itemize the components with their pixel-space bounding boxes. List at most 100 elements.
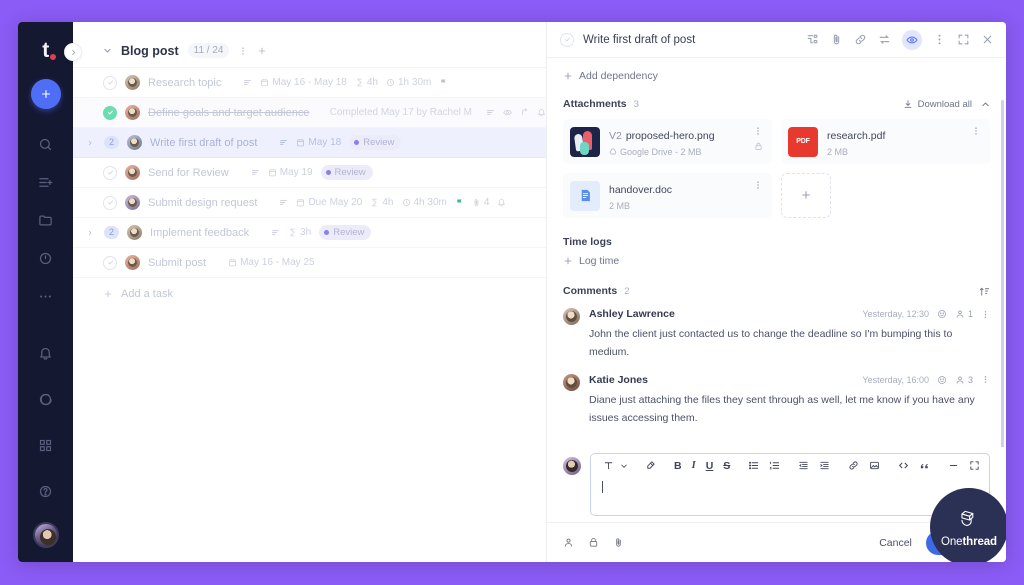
priority-flag-icon[interactable] (439, 78, 448, 87)
status-badge[interactable]: Review (349, 135, 402, 150)
mention-icon[interactable] (563, 537, 574, 548)
collapse-section-icon[interactable] (981, 100, 990, 109)
table-row[interactable]: Send for Review May 19 Review (73, 158, 546, 188)
underline-icon[interactable]: U (701, 460, 719, 472)
task-complete-checkbox[interactable] (103, 255, 117, 270)
chevron-down-icon[interactable] (103, 46, 112, 55)
attachment-item[interactable]: handover.doc 2 MB (563, 173, 772, 218)
project-add-task-icon[interactable] (257, 46, 267, 56)
attachment-icon[interactable] (613, 537, 624, 548)
comment-input[interactable] (591, 477, 989, 515)
attachment-icon[interactable] (830, 33, 843, 46)
log-time-button[interactable]: Log time (563, 255, 990, 267)
priority-flag-icon[interactable] (455, 198, 464, 207)
task-complete-checkbox[interactable] (103, 165, 117, 180)
project-more-icon[interactable] (238, 46, 248, 56)
task-dates: May 16 - May 18 (260, 77, 347, 88)
avatar[interactable] (125, 75, 140, 90)
lock-icon[interactable] (588, 537, 599, 548)
comment-mention-count[interactable]: 3 (955, 375, 973, 385)
cancel-button[interactable]: Cancel (879, 537, 912, 549)
code-icon[interactable] (893, 460, 914, 471)
subtask-icon[interactable] (806, 33, 819, 46)
watch-eye-icon[interactable] (902, 29, 922, 50)
italic-icon[interactable]: I (687, 460, 701, 471)
chevron-down-icon[interactable] (619, 462, 632, 470)
sidebar-item-more[interactable] (29, 281, 63, 311)
comment-mention-count[interactable]: 1 (955, 309, 973, 319)
add-button[interactable] (30, 79, 61, 109)
avatar[interactable] (125, 195, 140, 210)
comment-editor[interactable]: B I U S (590, 453, 990, 516)
table-row[interactable]: Submit design request Due May 20 4h 4h 3 (73, 188, 546, 218)
status-badge[interactable]: Review (320, 165, 373, 180)
avatar[interactable] (125, 105, 140, 120)
avatar[interactable] (125, 165, 140, 180)
task-complete-checkbox[interactable] (103, 195, 117, 210)
table-row[interactable]: Research topic May 16 - May 18 4h 1h 30m (73, 68, 546, 98)
attachment-item[interactable]: V2 proposed-hero.png Google Drive - 2 MB (563, 119, 772, 164)
task-complete-checkbox[interactable] (103, 105, 117, 120)
comment-more-icon[interactable] (981, 310, 990, 319)
link-icon[interactable] (843, 460, 864, 471)
outdent-icon[interactable] (793, 460, 814, 471)
download-all-button[interactable]: Download all (903, 99, 972, 110)
sidebar-item-search[interactable] (29, 129, 63, 159)
avatar[interactable] (127, 225, 143, 240)
task-complete-checkbox[interactable] (560, 32, 574, 47)
bell-icon[interactable] (29, 338, 63, 368)
avatar[interactable] (563, 308, 580, 325)
watch-eye-icon[interactable] (503, 108, 512, 117)
fullscreen-icon[interactable] (957, 33, 970, 46)
sidebar-item-time-tracking[interactable] (29, 243, 63, 273)
divider-icon[interactable] (943, 460, 964, 471)
table-row[interactable]: Submit post May 16 - May 25 (73, 248, 546, 278)
table-row[interactable]: 2 Implement feedback 3h Review (73, 218, 546, 248)
chat-icon[interactable] (29, 384, 63, 414)
comment-more-icon[interactable] (981, 375, 990, 384)
avatar[interactable] (563, 373, 580, 391)
expand-subtasks-icon[interactable] (87, 230, 96, 236)
quote-icon[interactable] (914, 460, 935, 471)
image-icon[interactable] (864, 460, 885, 471)
indent-icon[interactable] (814, 460, 835, 471)
convert-icon[interactable] (878, 33, 891, 46)
task-complete-checkbox[interactable] (103, 75, 117, 90)
avatar[interactable] (125, 255, 140, 270)
expand-subtasks-icon[interactable] (87, 140, 96, 146)
add-dependency-button[interactable]: Add dependency (563, 70, 990, 82)
add-attachment-button[interactable]: + (781, 173, 831, 218)
share-icon[interactable] (520, 108, 529, 117)
avatar[interactable] (127, 135, 143, 150)
attachment-item[interactable]: PDF research.pdf 2 MB (781, 119, 990, 164)
numbered-list-icon[interactable] (764, 460, 785, 471)
apps-grid-icon[interactable] (29, 430, 63, 460)
emoji-reaction-icon[interactable] (937, 375, 947, 385)
bullet-list-icon[interactable] (743, 460, 764, 471)
panel-scrollbar[interactable] (1001, 100, 1004, 447)
link-icon[interactable] (854, 33, 867, 46)
text-style-icon[interactable] (598, 460, 619, 471)
help-icon[interactable] (29, 476, 63, 506)
attachment-more-icon[interactable] (753, 180, 763, 190)
bell-icon[interactable] (497, 198, 506, 207)
close-icon[interactable] (981, 33, 994, 46)
highlight-icon[interactable] (640, 460, 661, 471)
attachment-more-icon[interactable] (753, 126, 763, 136)
table-row[interactable]: 2 Write first draft of post May 18 Revie… (73, 128, 546, 158)
sidebar-item-tasks[interactable] (29, 167, 63, 197)
avatar[interactable] (32, 522, 59, 548)
add-task-button[interactable]: Add a task (73, 278, 546, 310)
bell-icon[interactable] (537, 108, 546, 117)
strikethrough-icon[interactable]: S (718, 460, 735, 472)
table-row[interactable]: Define goals and target audience Complet… (73, 98, 546, 128)
more-vertical-icon[interactable] (933, 33, 946, 46)
status-badge[interactable]: Review (319, 225, 372, 240)
sidebar-collapse-toggle[interactable] (64, 43, 82, 61)
sidebar-item-projects[interactable] (29, 205, 63, 235)
expand-icon[interactable] (964, 460, 985, 471)
emoji-reaction-icon[interactable] (937, 309, 947, 319)
attachment-more-icon[interactable] (971, 126, 981, 136)
sort-comments-icon[interactable] (979, 286, 990, 297)
bold-icon[interactable]: B (669, 460, 687, 472)
